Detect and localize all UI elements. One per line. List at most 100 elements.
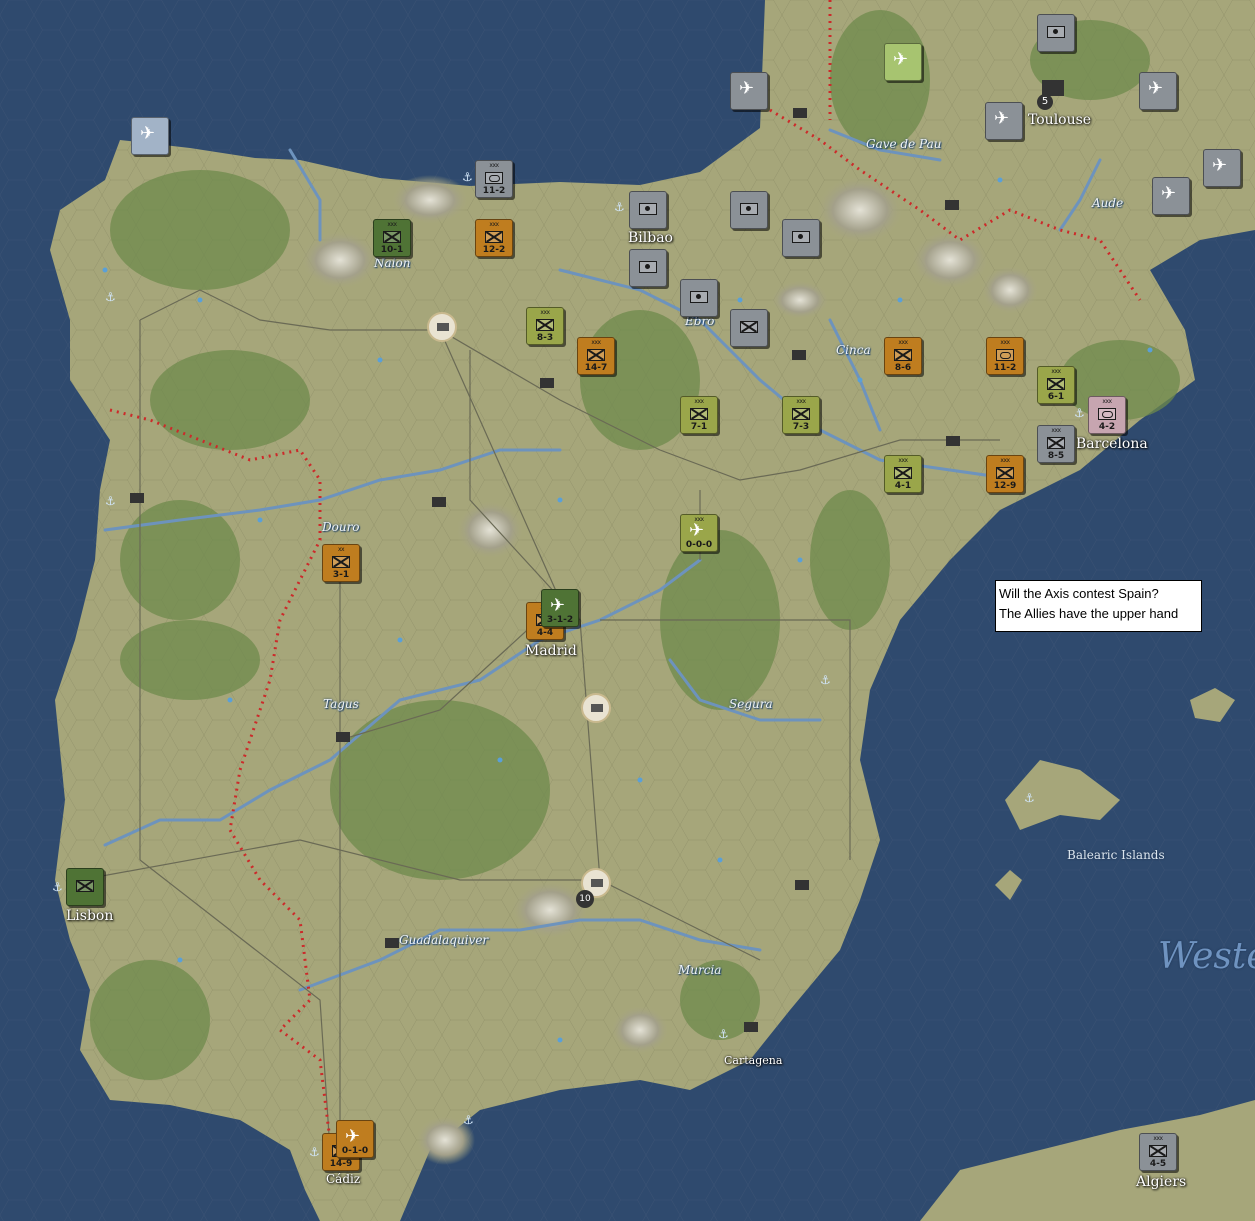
city-label-madrid: Madrid xyxy=(525,643,577,659)
port-anchor-icon: ⚓ xyxy=(309,1145,320,1159)
resource-marker-central[interactable] xyxy=(581,693,611,723)
unit-counter[interactable] xyxy=(1037,14,1075,52)
city-label-algiers: Algiers xyxy=(1136,1174,1187,1190)
port-anchor-icon: ⚓ xyxy=(614,200,625,214)
infantry-icon xyxy=(1047,378,1065,390)
hq-icon xyxy=(740,203,758,215)
aircraft-icon: ✈ xyxy=(550,595,566,616)
unit-counter[interactable]: xx 3-1 xyxy=(322,544,360,582)
unit-strength-label: 7-1 xyxy=(690,422,708,432)
infantry-icon xyxy=(332,556,350,568)
unit-counter[interactable]: xxx 10-1 xyxy=(373,219,411,257)
infantry-icon xyxy=(740,321,758,333)
unit-counter[interactable] xyxy=(629,191,667,229)
river-label-murcia: Murcia xyxy=(678,963,722,977)
unit-counter[interactable] xyxy=(782,219,820,257)
port-anchor-icon: ⚓ xyxy=(1024,791,1035,805)
unit-strength-label: 3-1-2 xyxy=(546,615,574,625)
unit-counter[interactable] xyxy=(730,191,768,229)
armor-icon xyxy=(1098,408,1116,420)
port-anchor-icon: ⚓ xyxy=(462,170,473,184)
unit-counter[interactable]: xxx 4-5 xyxy=(1139,1133,1177,1171)
unit-counter[interactable]: xxx 12-2 xyxy=(475,219,513,257)
unit-strength-label: 7-3 xyxy=(792,422,810,432)
unit-counter[interactable]: xxx 11-2 xyxy=(986,337,1024,375)
unit-size-label: xxx xyxy=(898,457,908,464)
unit-counter[interactable]: xxx 14-7 xyxy=(577,337,615,375)
unit-size-label: xxx xyxy=(796,398,806,405)
unit-counter[interactable]: ✈ 0-1-0 xyxy=(336,1120,374,1158)
river-label-guadalaquiver: Guadalaquiver xyxy=(399,933,489,947)
unit-strength-label: 8-6 xyxy=(894,363,912,373)
unit-size-label: xxx xyxy=(489,221,499,228)
infantry-icon xyxy=(996,467,1014,479)
infantry-icon xyxy=(76,880,94,892)
resource-marker-north[interactable] xyxy=(427,312,457,342)
toulouse-badge: 5 xyxy=(1037,94,1053,110)
hq-icon xyxy=(690,291,708,303)
unit-counter[interactable]: xxx 7-1 xyxy=(680,396,718,434)
unit-strength-label: 6-1 xyxy=(1047,392,1065,402)
unit-counter[interactable]: xxx 6-1 xyxy=(1037,366,1075,404)
unit-counter[interactable]: xxx 4-2 xyxy=(1088,396,1126,434)
river-label-tagus: Tagus xyxy=(323,697,359,711)
aircraft-icon: ✈ xyxy=(1161,183,1177,204)
unit-size-label: xxx xyxy=(591,339,601,346)
unit-counter[interactable]: xxx 8-3 xyxy=(526,307,564,345)
river-label-douro: Douro xyxy=(322,520,360,534)
unit-counter[interactable]: xxx 4-1 xyxy=(884,455,922,493)
city-label-bilbao: Bilbao xyxy=(628,230,673,246)
unit-counter[interactable] xyxy=(680,279,718,317)
infantry-icon xyxy=(690,408,708,420)
hq-icon xyxy=(639,203,657,215)
unit-strength-label: 4-2 xyxy=(1098,422,1116,432)
hq-icon xyxy=(639,261,657,273)
unit-counter[interactable]: ✈ xyxy=(730,72,768,110)
unit-strength-label: 11-2 xyxy=(482,186,506,196)
unit-strength-label: 8-3 xyxy=(536,333,554,343)
unit-strength-label: 4-5 xyxy=(1149,1159,1167,1169)
unit-counter[interactable]: xxx 12-9 xyxy=(986,455,1024,493)
infantry-icon xyxy=(792,408,810,420)
unit-counter[interactable] xyxy=(730,309,768,347)
unit-counter[interactable]: xxx 11-2 xyxy=(475,160,513,198)
unit-strength-label: 4-1 xyxy=(894,481,912,491)
unit-size-label: xxx xyxy=(1153,1135,1163,1142)
infantry-icon xyxy=(894,349,912,361)
unit-counter[interactable]: ✈ xyxy=(884,43,922,81)
unit-strength-label: 0-1-0 xyxy=(341,1146,369,1156)
infantry-icon xyxy=(1047,437,1065,449)
unit-size-label: xxx xyxy=(694,398,704,405)
aircraft-icon: ✈ xyxy=(689,520,705,541)
unit-counter[interactable]: xxx 7-3 xyxy=(782,396,820,434)
unit-counter[interactable]: xxx 8-5 xyxy=(1037,425,1075,463)
aircraft-icon: ✈ xyxy=(140,123,156,144)
unit-counter[interactable]: xxx 8-6 xyxy=(884,337,922,375)
aircraft-icon: ✈ xyxy=(739,78,755,99)
unit-strength-label: 3-1 xyxy=(332,570,350,580)
unit-counter[interactable]: ✈ xyxy=(985,102,1023,140)
unit-size-label: xxx xyxy=(1000,339,1010,346)
infantry-icon xyxy=(383,231,401,243)
unit-strength-label: 4-4 xyxy=(536,628,554,638)
unit-counter[interactable] xyxy=(629,249,667,287)
hq-icon xyxy=(1047,26,1065,38)
unit-counter[interactable]: ✈ 3-1-2 xyxy=(541,589,579,627)
infantry-icon xyxy=(485,231,503,243)
city-label-lisbon: Lisbon xyxy=(66,908,114,924)
unit-strength-label: 12-2 xyxy=(482,245,506,255)
unit-size-label: xx xyxy=(337,546,345,553)
port-anchor-icon: ⚓ xyxy=(105,290,116,304)
unit-strength-label: 14-9 xyxy=(329,1159,353,1169)
aircraft-icon: ✈ xyxy=(994,108,1010,129)
unit-counter[interactable]: ✈ xyxy=(1203,149,1241,187)
unit-counter[interactable] xyxy=(66,868,104,906)
unit-counter[interactable]: ✈ xyxy=(1152,177,1190,215)
unit-counter[interactable]: ✈ xyxy=(1139,72,1177,110)
unit-strength-label: 11-2 xyxy=(993,363,1017,373)
city-label-naion: Naion xyxy=(374,256,411,270)
unit-counter[interactable]: ✈ xyxy=(131,117,169,155)
unit-counter[interactable]: xxx ✈ 0-0-0 xyxy=(680,514,718,552)
scenario-note-line2: The Allies have the upper hand xyxy=(999,606,1179,621)
port-anchor-icon: ⚓ xyxy=(718,1027,729,1041)
